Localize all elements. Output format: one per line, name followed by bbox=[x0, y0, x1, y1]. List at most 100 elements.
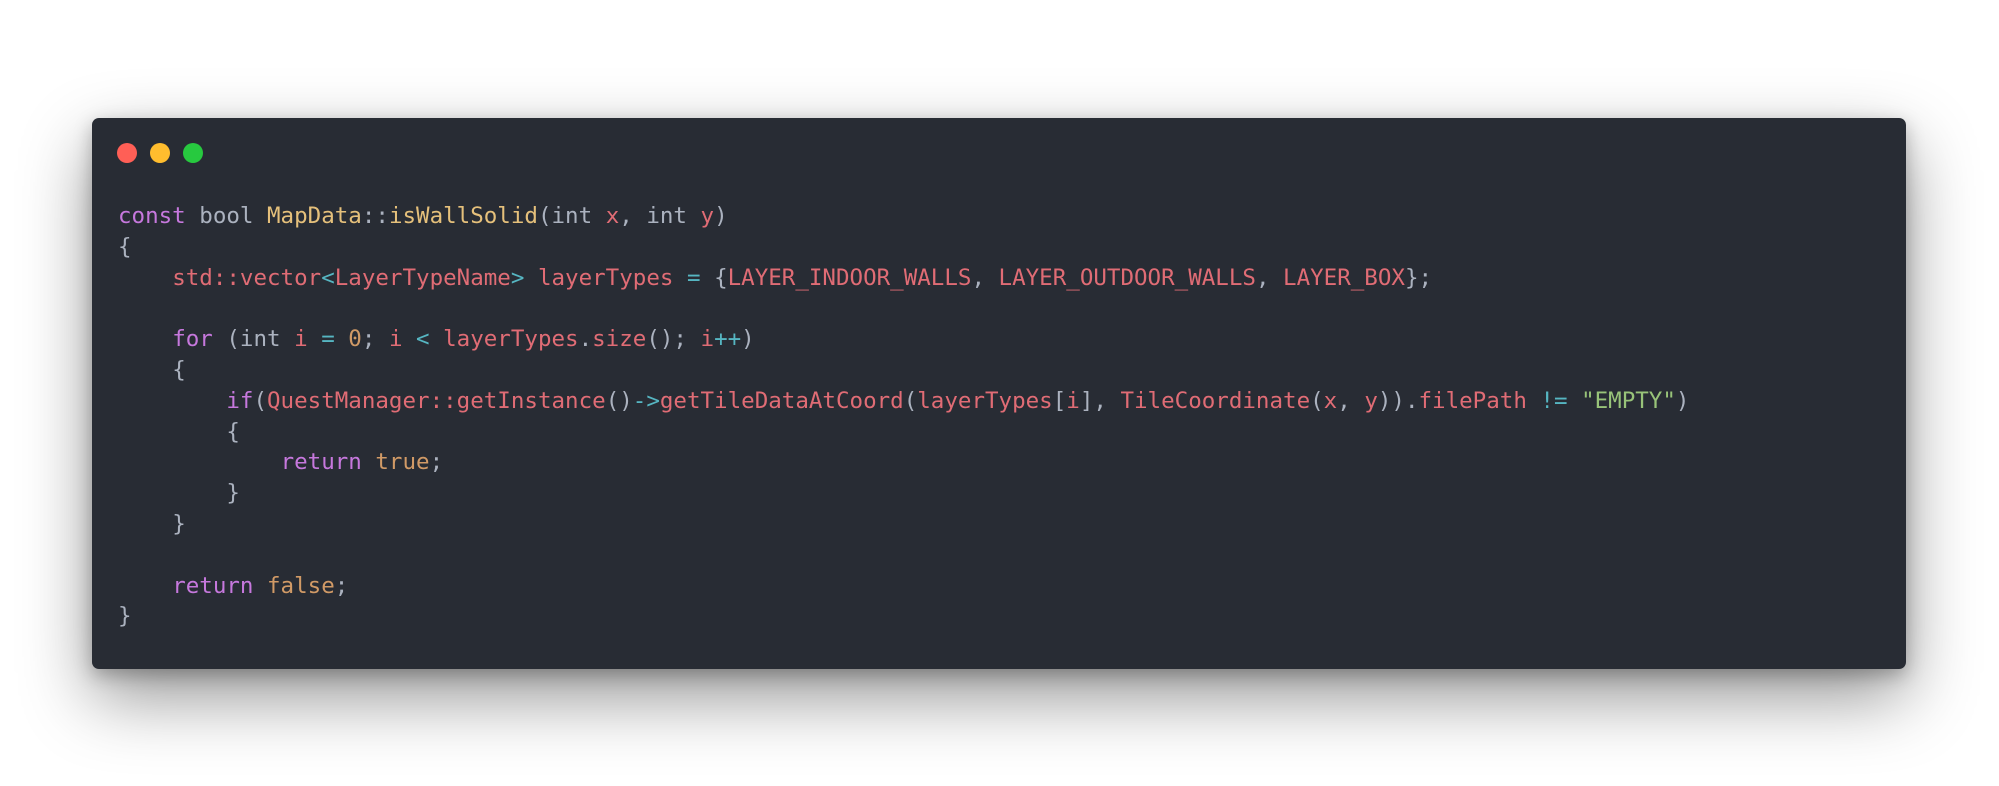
code-token: . bbox=[578, 326, 593, 353]
code-token: > bbox=[510, 264, 525, 291]
code-line: } bbox=[118, 509, 1689, 540]
code-token: ( bbox=[253, 387, 268, 414]
code-line: if(QuestManager::getInstance()->getTileD… bbox=[118, 386, 1689, 417]
code-token: const bbox=[118, 203, 186, 229]
code-token: < bbox=[321, 264, 335, 291]
code-line: for (int i = 0; i < layerTypes.size(); i… bbox=[118, 324, 1689, 355]
code-token: int bbox=[646, 203, 687, 229]
code-token: y bbox=[1364, 387, 1378, 414]
code-token: , bbox=[1337, 387, 1365, 414]
code-token: int bbox=[239, 326, 281, 353]
code-token: :: bbox=[212, 264, 240, 291]
window-controls bbox=[117, 143, 203, 163]
code-token: bool bbox=[199, 203, 254, 229]
code-token: x bbox=[1323, 387, 1338, 414]
code-token: [ bbox=[1052, 387, 1067, 414]
code-line: std::vector<LayerTypeName> layerTypes = … bbox=[118, 263, 1689, 294]
code-token: ; bbox=[429, 449, 444, 476]
code-token: y bbox=[700, 203, 715, 229]
code-token: ; bbox=[334, 572, 349, 599]
code-line: } bbox=[118, 601, 1689, 632]
code-token: x bbox=[605, 203, 620, 229]
code-token: ( bbox=[537, 203, 552, 229]
code-token: layerTypes bbox=[917, 387, 1053, 414]
code-token: :: bbox=[361, 203, 389, 229]
code-token: { bbox=[714, 264, 728, 291]
code-token: i bbox=[1066, 387, 1080, 414]
code-token: -> bbox=[632, 387, 660, 414]
code-token: std bbox=[172, 264, 213, 291]
code-token: ( bbox=[226, 326, 240, 353]
code-token: i bbox=[294, 326, 308, 353]
code-token: TileCoordinate bbox=[1120, 387, 1311, 414]
code-token: { bbox=[118, 233, 132, 260]
code-token: LAYER_BOX bbox=[1283, 264, 1405, 291]
code-token: , bbox=[971, 264, 999, 291]
code-token: () bbox=[605, 387, 633, 414]
code-token: true bbox=[375, 449, 430, 476]
code-token: layerTypes bbox=[537, 264, 674, 291]
code-token: :: bbox=[429, 387, 457, 414]
code-token: false bbox=[267, 572, 335, 599]
code-token: } bbox=[226, 480, 240, 507]
close-button[interactable] bbox=[117, 143, 137, 163]
code-token: 0 bbox=[348, 326, 362, 353]
code-token: (); bbox=[646, 326, 701, 353]
code-token: vector bbox=[239, 264, 322, 291]
code-block: const bool MapData::isWallSolid(int x, i… bbox=[118, 201, 1689, 632]
code-line: { bbox=[118, 232, 1689, 263]
code-line: ​ bbox=[118, 293, 1689, 324]
code-token: }; bbox=[1404, 264, 1433, 291]
code-token: LAYER_OUTDOOR_WALLS bbox=[998, 264, 1256, 291]
code-token: ) bbox=[741, 326, 755, 353]
code-token: ) bbox=[714, 203, 728, 229]
code-token: ) bbox=[1675, 387, 1690, 414]
code-token: ++ bbox=[714, 326, 742, 353]
code-token: QuestManager bbox=[267, 387, 430, 414]
code-line: { bbox=[118, 417, 1689, 448]
code-line: ​ bbox=[118, 540, 1689, 571]
code-token: return bbox=[172, 572, 254, 599]
code-token: LAYER_INDOOR_WALLS bbox=[727, 264, 972, 291]
code-token: size bbox=[592, 326, 647, 353]
code-token: for bbox=[172, 326, 213, 353]
code-token: "EMPTY" bbox=[1581, 387, 1676, 414]
code-token: != bbox=[1540, 387, 1568, 414]
code-token: return bbox=[280, 449, 362, 476]
code-token: , bbox=[619, 203, 647, 229]
code-token: i bbox=[700, 326, 715, 353]
code-token: } bbox=[172, 510, 186, 537]
code-token: isWallSolid bbox=[388, 203, 538, 229]
code-token: layerTypes bbox=[443, 326, 579, 353]
code-token: } bbox=[118, 603, 132, 630]
maximize-button[interactable] bbox=[183, 143, 203, 163]
code-token: < bbox=[416, 326, 430, 353]
code-token: LayerTypeName bbox=[334, 264, 511, 291]
code-token: )). bbox=[1377, 387, 1419, 414]
minimize-button[interactable] bbox=[150, 143, 170, 163]
code-token: { bbox=[226, 418, 240, 445]
code-token: ( bbox=[903, 387, 918, 414]
